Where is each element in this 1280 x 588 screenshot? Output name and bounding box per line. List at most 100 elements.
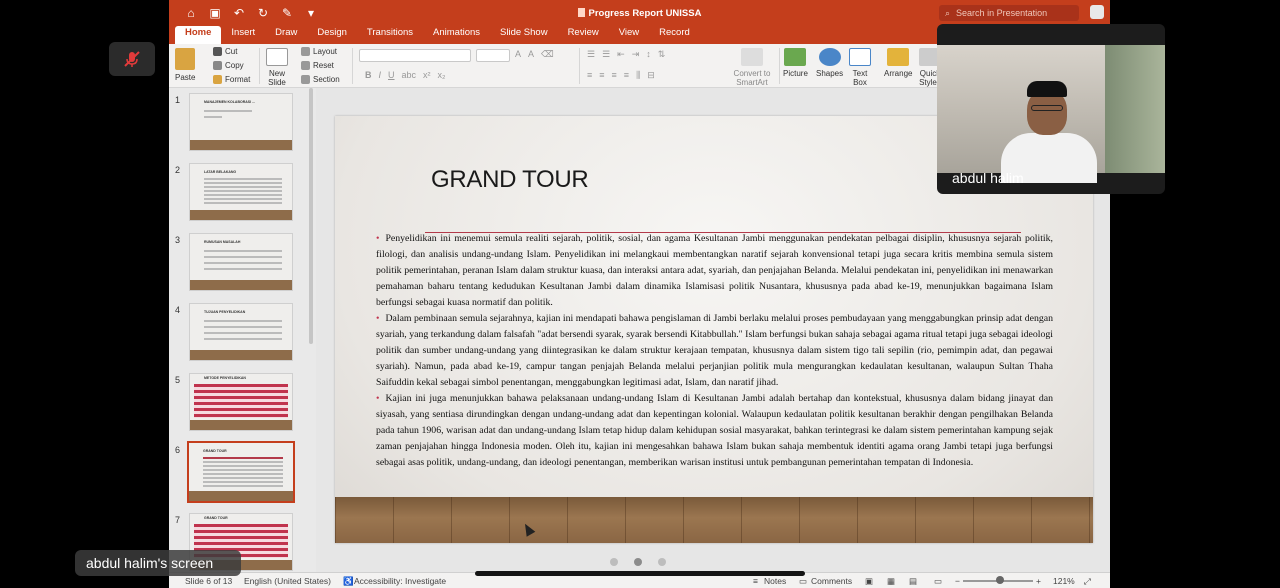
save-icon[interactable]: ▣ [205,3,225,23]
format-painter-button[interactable]: Format [213,75,250,84]
tab-insert[interactable]: Insert [221,26,265,44]
italic-icon[interactable]: I [379,70,382,80]
slideshow-icon[interactable]: ▭ [934,576,942,587]
page-dot[interactable] [658,558,666,566]
bullets-icon[interactable]: ☰ [587,49,595,60]
text-box-icon [849,48,871,66]
wood-floor-background [335,497,1093,543]
justify-icon[interactable]: ≡ [624,70,629,81]
section-button[interactable]: Section [301,75,340,84]
align-text-icon[interactable]: ⊟ [647,70,655,81]
arrange-icon [887,48,910,66]
participant-video-tile[interactable]: abdul halim [937,24,1165,194]
font-size-select[interactable] [476,49,510,62]
slide-thumbnail-2[interactable]: 2 LATAR BELAKANG [169,163,309,229]
comments-icon[interactable]: ▭ [799,576,807,587]
tab-view[interactable]: View [609,26,649,44]
cut-button[interactable]: Cut [213,47,237,56]
align-center-icon[interactable]: ≡ [599,70,604,81]
page-dot[interactable] [610,558,618,566]
fit-to-window-icon[interactable]: ⤢ [1084,576,1091,587]
glasses [1031,105,1063,111]
horizontal-scrollbar[interactable] [475,571,805,576]
zoom-out-icon[interactable]: − [955,576,960,586]
page-dot-active[interactable] [634,558,642,566]
paragraph-controls-top: ☰ ☰ ⇤ ⇥ ↕ ⇅ [587,49,665,60]
strikethrough-icon[interactable]: abc [402,70,417,80]
layout-button[interactable]: Layout [301,47,337,56]
reading-view-icon[interactable]: ▤ [909,576,917,587]
slide-thumbnail-6[interactable]: 6 GRAND TOUR [169,441,309,509]
increase-font-icon[interactable]: A [515,49,521,60]
accessibility-icon[interactable]: ♿ [343,576,354,587]
text-direction-icon[interactable]: ⇅ [658,49,666,60]
outdent-icon[interactable]: ⇤ [617,49,625,60]
reset-button[interactable]: Reset [301,61,334,70]
edit-icon[interactable]: ✎ [277,3,297,23]
slide-thumbnail-5[interactable]: 5 METODE PENYELIDIKAN [169,373,309,439]
tab-animations[interactable]: Animations [423,26,490,44]
title-bar: ⌂ ▣ ↶ ↻ ✎ ▾ Progress Report UNISSA ⌕ Sear… [169,0,1110,26]
undo-icon[interactable]: ↶ [229,3,249,23]
slide-thumbnail-3[interactable]: 3 RUMUSAN MASALAH [169,233,309,299]
tab-slide-show[interactable]: Slide Show [490,26,558,44]
indent-icon[interactable]: ⇥ [632,49,640,60]
notes-icon[interactable]: ≡ [753,576,758,586]
underline-icon[interactable]: U [388,70,395,80]
arrange-button[interactable]: Arrange [884,48,912,78]
superscript-icon[interactable]: x² [423,70,431,80]
tab-review[interactable]: Review [558,26,609,44]
divider [259,48,260,84]
clear-format-icon[interactable]: ⌫ [541,49,554,60]
align-right-icon[interactable]: ≡ [612,70,617,81]
background-window [1105,45,1165,173]
tab-record[interactable]: Record [649,26,700,44]
home-icon[interactable]: ⌂ [181,3,201,23]
text-box-button[interactable]: Text Box [849,48,871,87]
slide-body-text[interactable]: • Penyelidikan ini menemui semula realiti… [376,231,1053,471]
share-icon[interactable] [1090,5,1104,19]
slide-thumbnail-1[interactable]: 1 MANAJEMEN KOLABORASI ... [169,93,309,159]
normal-view-icon[interactable]: ▣ [865,576,873,587]
file-icon [577,7,585,17]
picture-button[interactable]: Picture [783,48,808,78]
tab-design[interactable]: Design [307,26,357,44]
tab-draw[interactable]: Draw [265,26,307,44]
convert-smartart-button[interactable]: Convert to SmartArt [731,48,773,87]
zoom-in-icon[interactable]: + [1036,576,1041,586]
align-left-icon[interactable]: ≡ [587,70,592,81]
new-slide-icon [266,48,288,66]
accessibility-status[interactable]: Accessibility: Investigate [354,576,446,586]
subscript-icon[interactable]: x₂ [438,70,446,80]
thumbnail-scrollbar[interactable] [309,88,313,344]
customize-toolbar-icon[interactable]: ▾ [301,3,321,23]
slide-sorter-icon[interactable]: ▦ [887,576,895,587]
search-input[interactable]: ⌕ Search in Presentation [939,5,1079,21]
copy-button[interactable]: Copy [213,61,244,70]
zoom-level[interactable]: 121% [1053,576,1075,586]
language-indicator[interactable]: English (United States) [244,576,331,586]
columns-icon[interactable]: ⫼ [636,70,640,81]
bullet-icon: • [376,393,380,404]
comments-button[interactable]: Comments [811,576,852,586]
redo-icon[interactable]: ↻ [253,3,273,23]
notes-button[interactable]: Notes [764,576,786,586]
line-spacing-icon[interactable]: ↕ [646,49,651,60]
font-name-select[interactable] [359,49,471,62]
tab-transitions[interactable]: Transitions [357,26,423,44]
decrease-font-icon[interactable]: A [528,49,534,60]
shapes-button[interactable]: Shapes [816,48,843,78]
paste-button[interactable]: Paste [175,48,195,82]
new-slide-button[interactable]: New Slide [266,48,288,87]
muted-mic-icon[interactable] [109,42,155,76]
slide-title[interactable]: GRAND TOUR [431,166,589,194]
slide-thumbnail-4[interactable]: 4 TUJUAN PENYELIDIKAN [169,303,309,369]
tab-home[interactable]: Home [175,26,222,44]
search-icon: ⌕ [945,7,951,18]
bold-icon[interactable]: B [365,70,372,80]
numbering-icon[interactable]: ☰ [602,49,610,60]
zoom-slider-handle[interactable] [996,576,1004,584]
bullet-paragraph: • Dalam pembinaan semula sejarahnya, kaji… [376,313,1053,388]
layout-icon [301,47,310,56]
divider [352,48,353,84]
